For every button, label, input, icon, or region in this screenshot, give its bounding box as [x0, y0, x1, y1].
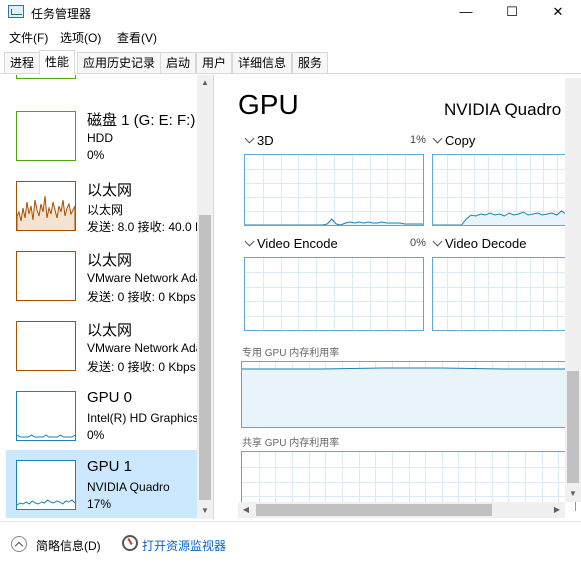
dedicated-memory-graph	[241, 361, 576, 428]
horizontal-scroll-thumb[interactable]	[256, 504, 492, 516]
tab-bar: 进程 性能 应用历史记录 启动 用户 详细信息 服务	[0, 50, 581, 75]
sidebar-item-gpu1[interactable]: GPU 1 NVIDIA Quadro 17%	[6, 450, 197, 518]
sidebar-item-title: 磁盘 1 (G: E: F:)	[87, 112, 196, 129]
sidebar-item-title: 以太网	[87, 182, 133, 199]
shared-memory-label: 共享 GPU 内存利用率	[242, 438, 340, 449]
sidebar-item-subtitle: VMware Network Adapter VMnet1	[87, 271, 197, 285]
page-title: GPU	[238, 89, 299, 120]
sidebar-item-value: 0%	[87, 428, 105, 442]
scroll-down-arrow-icon[interactable]: ▼	[197, 503, 213, 519]
engine-label-copy[interactable]: Copy	[445, 133, 475, 148]
sidebar-item-value: 0%	[87, 148, 105, 162]
scroll-down-arrow-icon[interactable]: ▼	[565, 486, 581, 502]
sidebar-item-subtitle: 以太网	[87, 203, 124, 217]
gpu-thumbnail	[16, 391, 76, 441]
disk-thumbnail	[16, 111, 76, 161]
sidebar-item-partial[interactable]	[6, 75, 197, 87]
sidebar-item-title: GPU 0	[87, 389, 133, 406]
engine-label-3d[interactable]: 3D	[257, 133, 274, 148]
sidebar-item-ethernet[interactable]: 以太网 以太网 发送: 8.0 接收: 40.0 Kbps	[6, 171, 197, 239]
sidebar-item-subtitle: Intel(R) HD Graphics	[87, 411, 197, 425]
engine-dropdown-icon[interactable]	[244, 236, 255, 247]
engine-graph-video-encode	[244, 257, 424, 331]
panel-divider	[213, 75, 214, 519]
sidebar-item-gpu0[interactable]: GPU 0 Intel(R) HD Graphics 0%	[6, 381, 197, 449]
tab-divider	[0, 73, 581, 74]
engine-dropdown-icon[interactable]	[432, 236, 443, 247]
detail-scrollbar[interactable]: ▼	[565, 78, 581, 502]
resource-monitor-icon[interactable]	[122, 535, 138, 551]
sidebar-item-value: 发送: 0 接收: 0 Kbps	[87, 360, 196, 374]
open-resource-monitor-link[interactable]: 打开资源监视器	[142, 537, 226, 554]
sidebar-item-vmnet1[interactable]: 以太网 VMware Network Adapter VMnet1 发送: 0 …	[6, 241, 197, 309]
footer-bar: 简略信息(D) 打开资源监视器	[0, 521, 581, 567]
engine-dropdown-icon[interactable]	[244, 133, 255, 144]
ethernet-thumbnail	[16, 321, 76, 371]
minimize-button[interactable]: —	[443, 0, 489, 24]
ethernet-thumbnail	[16, 181, 76, 231]
tab-processes[interactable]: 进程	[4, 52, 41, 73]
gpu-thumbnail	[16, 460, 76, 510]
collapse-chevron-icon[interactable]	[11, 536, 27, 552]
menu-file[interactable]: 文件(F)	[9, 29, 48, 46]
ethernet-thumbnail	[16, 251, 76, 301]
sidebar-item-subtitle: HDD	[87, 131, 113, 145]
engine-label-video-encode[interactable]: Video Encode	[257, 236, 338, 251]
sidebar-item-title: 以太网	[87, 322, 133, 339]
scroll-right-arrow-icon[interactable]: ▶	[549, 502, 565, 518]
tab-startup[interactable]: 启动	[160, 52, 197, 73]
dedicated-memory-label: 专用 GPU 内存利用率	[242, 348, 340, 359]
window-title: 任务管理器	[31, 7, 92, 21]
engine-graph-video-decode	[432, 257, 572, 331]
sidebar-scrollbar[interactable]: ▲ ▼	[197, 75, 213, 519]
engine-percent-3d: 1%	[410, 134, 426, 146]
sidebar-item-vmnet8[interactable]: 以太网 VMware Network Adapter VMnet8 发送: 0 …	[6, 311, 197, 379]
sidebar-item-title: 以太网	[87, 252, 133, 269]
tab-users[interactable]: 用户	[196, 52, 233, 73]
memory-thumbnail	[16, 75, 76, 79]
engine-label-video-decode[interactable]: Video Decode	[445, 236, 526, 251]
title-bar: 任务管理器 — ☐ ✕	[0, 0, 581, 24]
gpu-model-name: NVIDIA Quadro	[444, 100, 562, 119]
maximize-button[interactable]: ☐	[489, 0, 535, 24]
task-manager-icon	[8, 5, 24, 18]
engine-dropdown-icon[interactable]	[432, 133, 443, 144]
engine-graph-copy	[432, 154, 572, 226]
tab-app-history[interactable]: 应用历史记录	[77, 52, 162, 73]
engine-graph-3d	[244, 154, 424, 226]
tab-services[interactable]: 服务	[292, 52, 329, 73]
sidebar-scroll-thumb[interactable]	[199, 215, 211, 500]
detail-scroll-thumb[interactable]	[567, 371, 579, 483]
sidebar-item-value: 发送: 8.0 接收: 40.0 Kbps	[87, 220, 197, 234]
sidebar-item-value: 17%	[87, 497, 112, 511]
resource-sidebar: 磁盘 1 (G: E: F:) HDD 0% 以太网 以太网 发送: 8.0 接…	[6, 75, 197, 519]
sidebar-item-subtitle: VMware Network Adapter VMnet8	[87, 341, 197, 355]
tab-performance[interactable]: 性能	[39, 50, 76, 75]
close-button[interactable]: ✕	[535, 0, 581, 24]
menu-options[interactable]: 选项(O)	[60, 29, 101, 46]
scroll-up-arrow-icon[interactable]: ▲	[197, 75, 213, 91]
fewer-details-button[interactable]: 简略信息(D)	[36, 537, 101, 554]
scroll-left-arrow-icon[interactable]: ◀	[238, 502, 254, 518]
sidebar-item-disk1[interactable]: 磁盘 1 (G: E: F:) HDD 0%	[6, 101, 197, 169]
engine-percent-video-encode: 0%	[410, 237, 426, 249]
sidebar-item-subtitle: NVIDIA Quadro	[87, 480, 170, 494]
sidebar-item-value: 发送: 0 接收: 0 Kbps	[87, 290, 196, 304]
sidebar-item-title: GPU 1	[87, 458, 133, 475]
detail-horizontal-scrollbar[interactable]: ◀ ▶	[238, 502, 565, 518]
menu-view[interactable]: 查看(V)	[117, 29, 157, 46]
menu-bar: 文件(F) 选项(O) 查看(V)	[0, 26, 581, 46]
tab-details[interactable]: 详细信息	[232, 52, 293, 73]
